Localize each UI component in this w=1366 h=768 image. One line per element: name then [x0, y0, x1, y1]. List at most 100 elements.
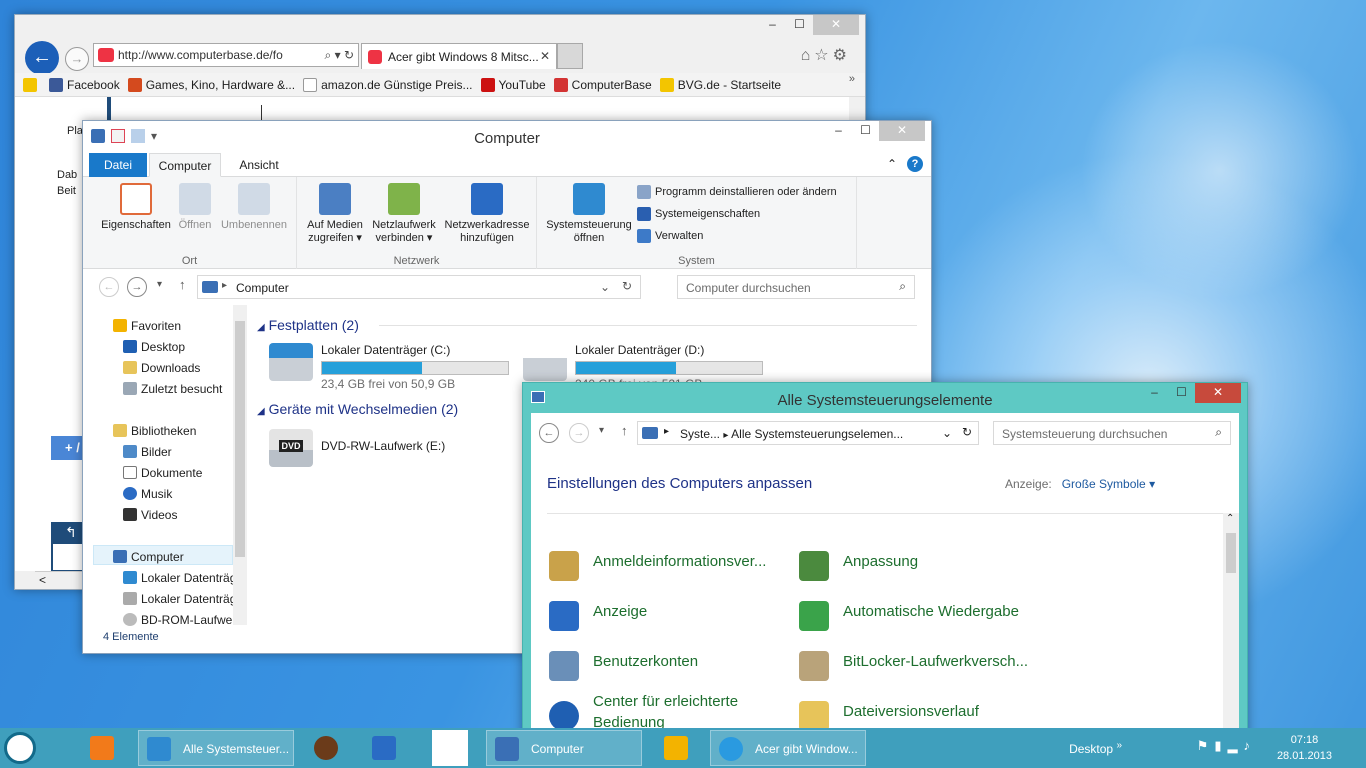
browser-tab[interactable]: Acer gibt Windows 8 Mitsc... ✕ [361, 43, 557, 69]
taskbar-control-panel[interactable]: Alle Systemsteuer... [138, 730, 294, 766]
scroll-thumb[interactable] [235, 321, 245, 557]
properties-button[interactable]: Eigenschaften [97, 183, 175, 232]
tab-file[interactable]: Datei [89, 153, 147, 177]
nav-pictures[interactable]: Bilder [123, 445, 172, 459]
path-segment[interactable]: Computer [236, 281, 289, 295]
home-favorites-settings-icons[interactable]: ⌂☆⚙ [801, 45, 851, 65]
cp-bitlocker[interactable]: BitLocker-Laufwerkversch... [799, 651, 1028, 681]
nav-documents[interactable]: Dokumente [123, 466, 202, 480]
explorer-search-input[interactable]: Computer durchsuchen ⌕ [677, 275, 915, 299]
cp-credentials[interactable]: Anmeldeinformationsver... [549, 551, 766, 581]
nav-desktop[interactable]: Desktop [123, 340, 185, 354]
scroll-thumb[interactable] [1226, 533, 1236, 573]
map-network-drive-button[interactable]: Netzlaufwerk verbinden ▾ [369, 183, 439, 245]
desktop-toolbar[interactable]: Desktop » [1069, 740, 1122, 756]
nav-music[interactable]: Musik [123, 487, 172, 501]
nav-scrollbar[interactable] [233, 305, 247, 625]
open-control-panel-button[interactable]: Systemsteuerung öffnen [543, 183, 635, 245]
path-bar[interactable]: ▸ Computer ⌄ ↻ [197, 275, 641, 299]
nav-recent[interactable]: Zuletzt besucht [123, 382, 222, 396]
search-refresh-icons[interactable]: ⌕ ▾ ↻ [325, 48, 354, 63]
taskbar-media-player[interactable] [84, 730, 120, 766]
dvd-drive[interactable]: DVD DVD-RW-Laufwerk (E:) [269, 429, 445, 467]
uninstall-program-button[interactable]: Programm deinstallieren oder ändern [637, 185, 837, 199]
favorite-facebook[interactable]: Facebook [49, 77, 120, 92]
cp-search-input[interactable]: Systemsteuerung durchsuchen ⌕ [993, 421, 1231, 445]
view-dropdown[interactable]: Große Symbole ▾ [1062, 477, 1155, 491]
close-button[interactable]: ✕ [1195, 383, 1241, 403]
taskbar-browser[interactable]: Acer gibt Window... [710, 730, 866, 766]
back-icon[interactable]: ← [539, 423, 559, 443]
system-properties-button[interactable]: Systemeigenschaften [637, 207, 760, 221]
taskbar-network-app[interactable] [364, 730, 408, 766]
cp-ease-of-access[interactable]: Center für erleichterte Bedienung [549, 691, 738, 733]
tab-view[interactable]: Ansicht [223, 153, 295, 177]
collapse-ribbon-icon[interactable]: ⌃ [887, 157, 897, 171]
nav-favorites[interactable]: Favoriten [113, 319, 181, 333]
clock[interactable]: 07:18 28.01.2013 [1277, 732, 1332, 764]
maximize-button[interactable]: ☐ [786, 15, 813, 35]
back-icon[interactable]: ← [25, 41, 59, 75]
taskbar-blank-window[interactable] [432, 730, 468, 766]
help-icon[interactable]: ? [907, 156, 923, 172]
rename-button[interactable]: Umbenennen [217, 183, 291, 232]
recent-locations-icon[interactable]: ▾ [599, 425, 604, 436]
favorite-bvg[interactable]: BVG.de - Startseite [659, 77, 781, 92]
favorite-games[interactable]: Games, Kino, Hardware &... [127, 77, 295, 92]
close-button[interactable]: ✕ [879, 121, 925, 141]
maximize-button[interactable]: ☐ [1168, 383, 1195, 403]
taskbar-game[interactable] [306, 730, 350, 766]
taskbar-tools[interactable] [656, 730, 700, 766]
search-icon[interactable]: ⌕ [899, 279, 906, 294]
chevron-down-icon[interactable]: ⌄ [942, 426, 952, 440]
minimize-button[interactable]: – [1141, 383, 1168, 403]
start-orb-icon[interactable] [4, 732, 36, 764]
nav-bdrom[interactable]: BD-ROM-Laufwe [123, 613, 232, 627]
forward-icon[interactable]: → [569, 423, 589, 443]
open-button[interactable]: Öffnen [175, 183, 215, 232]
back-icon[interactable]: ← [99, 277, 119, 297]
up-icon[interactable]: ↑ [179, 277, 186, 292]
search-icon[interactable]: ⌕ [1215, 425, 1222, 440]
favorite-youtube[interactable]: YouTube [480, 77, 546, 92]
taskbar-explorer[interactable]: Computer [486, 730, 642, 766]
forward-icon[interactable]: → [65, 47, 89, 71]
favorite-computerbase[interactable]: ComputerBase [553, 77, 652, 92]
favorite-amazon[interactable]: amazon.de Günstige Preis... [303, 77, 473, 92]
tray-icons[interactable]: ⚑▮▂♪ [1197, 738, 1256, 754]
nav-libraries[interactable]: Bibliotheken [113, 424, 196, 438]
nav-videos[interactable]: Videos [123, 508, 177, 522]
address-bar[interactable]: http://www.computerbase.de/fo ⌕ ▾ ↻ [93, 43, 359, 67]
nav-local-disk-c[interactable]: Lokaler Datenträg [123, 571, 236, 585]
nav-local-disk-d[interactable]: Lokaler Datenträg [123, 592, 236, 606]
maximize-button[interactable]: ☐ [852, 121, 879, 141]
close-tab-icon[interactable]: ✕ [540, 49, 550, 63]
cp-users[interactable]: Benutzerkonten [549, 651, 698, 681]
cp-display[interactable]: Anzeige [549, 601, 647, 631]
up-icon[interactable]: ↑ [621, 423, 628, 438]
favorites-more-icon[interactable]: » [849, 73, 855, 85]
path-segment[interactable]: Syste... [680, 427, 720, 441]
group-hard-drives[interactable]: ◢ Festplatten (2) [257, 317, 917, 333]
favorites-star-icon[interactable] [23, 77, 41, 92]
drive-c[interactable]: Lokaler Datenträger (C:) 23,4 GB frei vo… [269, 343, 509, 391]
refresh-icon[interactable]: ↻ [622, 279, 632, 293]
refresh-icon[interactable]: ↻ [962, 425, 972, 439]
cp-personalize[interactable]: Anpassung [799, 551, 918, 581]
recent-locations-icon[interactable]: ▾ [157, 279, 162, 290]
chevron-down-icon[interactable]: ⌄ [600, 280, 610, 294]
media-access-button[interactable]: Auf Medien zugreifen ▾ [303, 183, 367, 245]
forward-icon[interactable]: → [127, 277, 147, 297]
tab-computer[interactable]: Computer [149, 153, 221, 177]
cp-autoplay[interactable]: Automatische Wiedergabe [799, 601, 1019, 631]
cp-path-bar[interactable]: ▸ Syste... ▸ Alle Systemsteuerungselemen… [637, 421, 979, 445]
nav-computer[interactable]: Computer [113, 550, 184, 564]
close-button[interactable]: ✕ [813, 15, 859, 35]
minimize-button[interactable]: – [759, 15, 786, 35]
path-segment[interactable]: Alle Systemsteuerungselemen... [731, 427, 903, 441]
manage-button[interactable]: Verwalten [637, 229, 703, 243]
minimize-button[interactable]: – [825, 121, 852, 141]
cp-file-history[interactable]: Dateiversionsverlauf [799, 701, 979, 731]
nav-downloads[interactable]: Downloads [123, 361, 200, 375]
add-network-location-button[interactable]: Netzwerkadresse hinzufügen [441, 183, 533, 245]
